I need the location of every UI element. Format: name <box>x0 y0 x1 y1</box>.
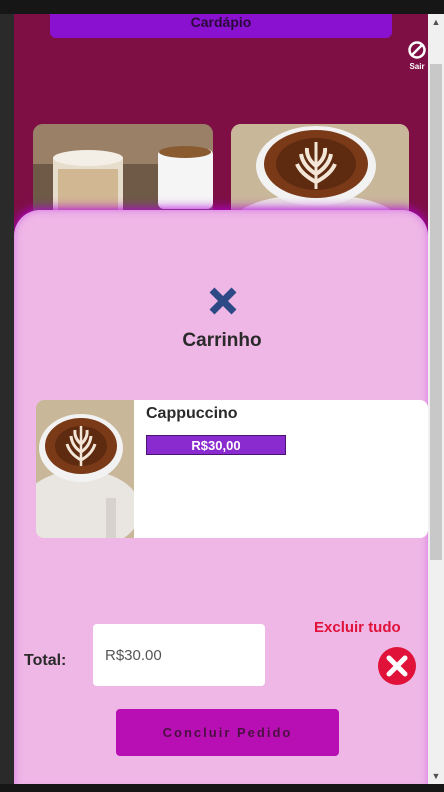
window-left-edge <box>0 14 14 784</box>
window-top-bar <box>0 0 444 14</box>
cart-item: Cappuccino R$30,00 <box>36 400 428 538</box>
total-label: Total: <box>24 652 67 669</box>
scroll-thumb[interactable] <box>430 64 442 560</box>
cart-item-price: R$30,00 <box>146 435 286 455</box>
close-icon[interactable] <box>206 284 240 318</box>
scroll-down-arrow-icon[interactable]: ▼ <box>428 768 444 784</box>
cappuccino-thumbnail <box>36 400 134 538</box>
delete-all-label: Excluir tudo <box>314 619 401 636</box>
logout-label: Sair <box>409 62 425 71</box>
cart-title: Carrinho <box>182 330 262 351</box>
delete-all-button[interactable] <box>377 646 417 686</box>
checkout-button[interactable]: Concluir Pedido <box>116 709 339 756</box>
block-icon <box>408 41 426 59</box>
window-bottom-bar <box>0 784 444 792</box>
scroll-up-arrow-icon[interactable]: ▲ <box>428 14 444 30</box>
cart-item-name: Cappuccino <box>146 405 238 422</box>
menu-title-bar: Cardápio <box>50 14 392 38</box>
total-field[interactable] <box>93 624 265 686</box>
scrollbar[interactable]: ▲ ▼ <box>428 14 444 784</box>
logout-button[interactable]: Sair <box>402 40 428 90</box>
